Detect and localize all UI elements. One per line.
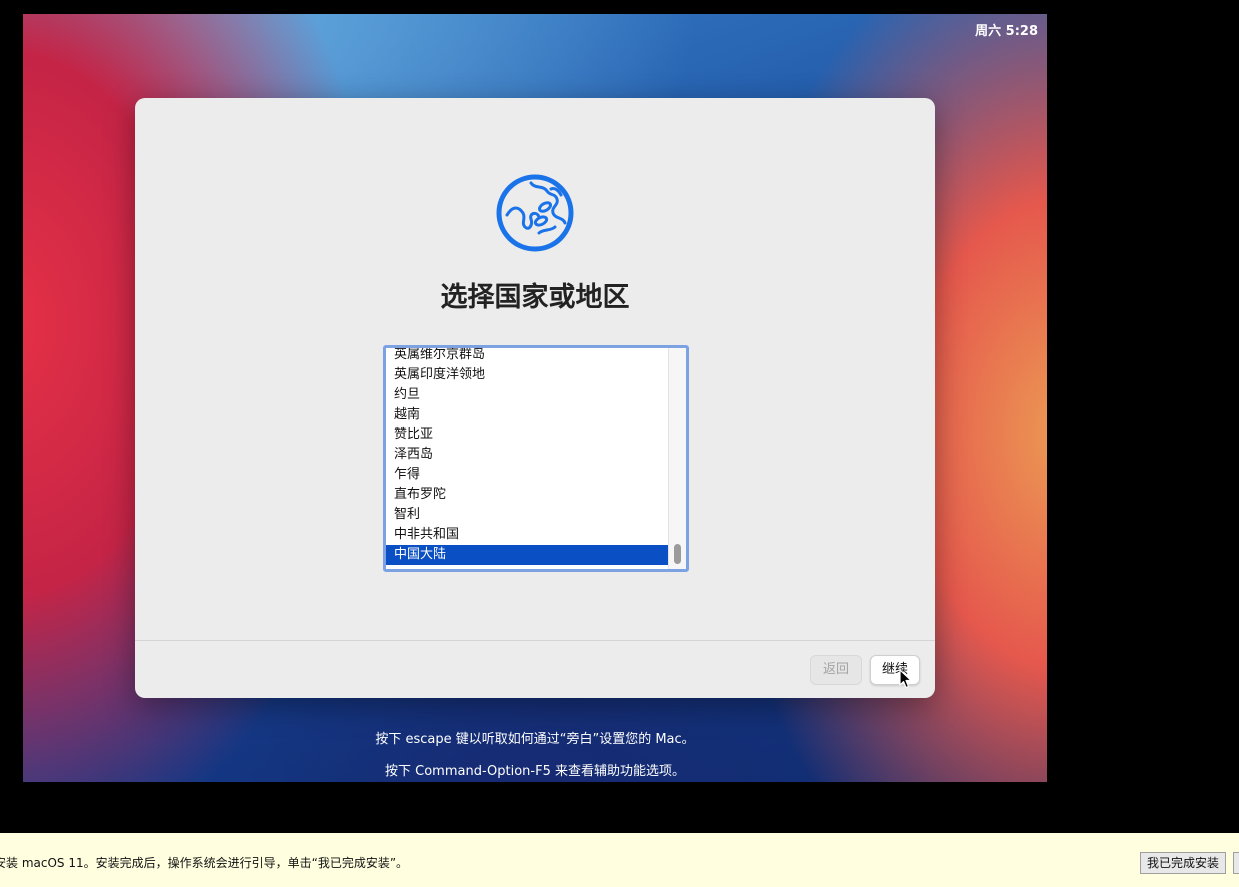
install-instruction-text: 安装 macOS 11。安装完成后，操作系统会进行引导，单击“我已完成安装”。 [0, 856, 409, 870]
finished-install-button[interactable]: 我已完成安装 [1140, 852, 1227, 874]
list-item[interactable]: 智利 [386, 505, 669, 525]
list-item[interactable]: 英属印度洋领地 [386, 365, 669, 385]
page-title: 选择国家或地区 [440, 282, 630, 313]
country-list[interactable]: 英属维尔京群岛 英属印度洋领地 约旦 越南 赞比亚 泽西岛 乍得 直布罗陀 智利… [383, 345, 689, 572]
list-item[interactable]: 直布罗陀 [386, 485, 669, 505]
footer-divider [135, 640, 935, 641]
installer-window: 选择国家或地区 英属维尔京群岛 英属印度洋领地 约旦 越南 赞比亚 泽西岛 乍得… [135, 98, 935, 698]
list-item[interactable]: 英属维尔京群岛 [386, 348, 669, 365]
voiceover-hint: 按下 escape 键以听取如何通过“旁白”设置您的 Mac。 [375, 732, 695, 747]
list-item[interactable]: 赞比亚 [386, 425, 669, 445]
secondary-button[interactable] [1233, 852, 1239, 874]
list-item[interactable]: 约旦 [386, 385, 669, 405]
list-scrollbar[interactable] [668, 348, 686, 569]
mouse-cursor-icon [899, 669, 912, 689]
list-item[interactable]: 乍得 [386, 465, 669, 485]
globe-icon [496, 174, 574, 252]
list-item-selected[interactable]: 中国大陆 [386, 545, 669, 565]
list-item[interactable]: 越南 [386, 405, 669, 425]
list-item[interactable]: 中非共和国 [386, 525, 669, 545]
list-item[interactable]: 泽西岛 [386, 445, 669, 465]
scrollbar-thumb[interactable] [674, 544, 681, 564]
back-button[interactable]: 返回 [810, 655, 862, 685]
country-list-items: 英属维尔京群岛 英属印度洋领地 约旦 越南 赞比亚 泽西岛 乍得 直布罗陀 智利… [386, 348, 669, 565]
menubar-clock: 周六 5:28 [975, 24, 1038, 39]
host-notification-bar: 安装 macOS 11。安装完成后，操作系统会进行引导，单击“我已完成安装”。 … [0, 833, 1239, 887]
vm-screen: 周六 5:28 选择国家或地区 英属维尔京群岛 英属印度洋领地 约旦 越南 赞比… [23, 14, 1047, 782]
accessibility-hint: 按下 Command-Option-F5 来查看辅助功能选项。 [385, 764, 685, 779]
